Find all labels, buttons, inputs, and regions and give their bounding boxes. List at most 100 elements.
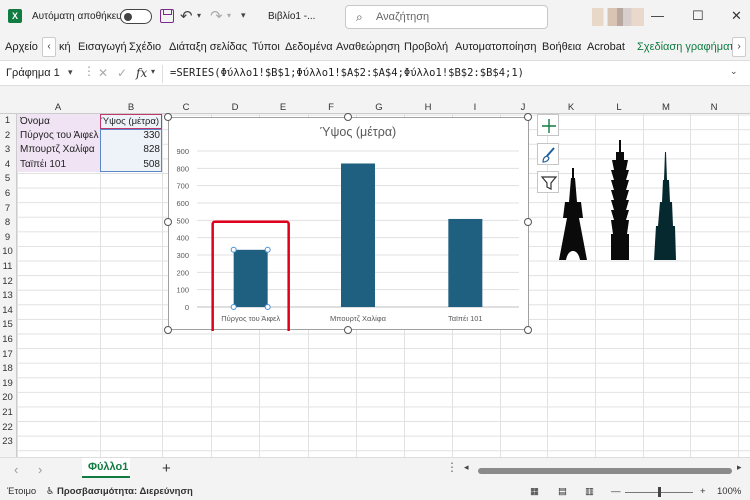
zoom-out-button[interactable]: — bbox=[611, 486, 621, 497]
row-header-9[interactable]: 9 bbox=[0, 232, 15, 243]
customize-toolbar-icon[interactable]: ▾ bbox=[241, 10, 246, 21]
scroll-left-icon[interactable]: ◂ bbox=[464, 462, 469, 473]
row-header-1[interactable]: 1 bbox=[0, 115, 15, 126]
name-box-dropdown-icon[interactable]: ▾ bbox=[68, 67, 73, 78]
column-header-d[interactable]: D bbox=[225, 102, 245, 113]
cell-a3[interactable]: Μπουρτζ Χαλίφα bbox=[20, 143, 100, 157]
row-header-11[interactable]: 11 bbox=[0, 261, 15, 272]
search-input[interactable]: ⌕ Αναζήτηση bbox=[345, 5, 548, 29]
row-header-15[interactable]: 15 bbox=[0, 319, 15, 330]
column-header-g[interactable]: G bbox=[369, 102, 389, 113]
autosave-toggle[interactable] bbox=[120, 9, 152, 24]
tab-insert[interactable]: Εισαγωγή bbox=[78, 41, 127, 53]
row-header-4[interactable]: 4 bbox=[0, 159, 15, 170]
resize-handle[interactable] bbox=[524, 218, 532, 226]
row-header-16[interactable]: 16 bbox=[0, 334, 15, 345]
resize-handle[interactable] bbox=[344, 113, 352, 121]
bar-chart[interactable]: Ύψος (μέτρα) 0 100 200 300 400 500 600 700 800 900… bbox=[168, 117, 529, 331]
column-header-j[interactable]: J bbox=[513, 102, 533, 113]
insert-function-button[interactable]: fx bbox=[136, 66, 147, 80]
column-header-f[interactable]: F bbox=[321, 102, 341, 113]
account-avatar[interactable] bbox=[592, 8, 644, 26]
accessibility-status[interactable]: Προσβασιμότητα: Διερεύνηση bbox=[57, 486, 193, 497]
tab-automate[interactable]: Αυτοματοποίηση bbox=[455, 41, 537, 53]
column-header-i[interactable]: I bbox=[465, 102, 485, 113]
page-layout-view-icon[interactable]: ▤ bbox=[558, 486, 567, 497]
cell-a1[interactable]: Όνομα bbox=[20, 115, 98, 129]
cell-b2[interactable]: 330 bbox=[101, 129, 160, 143]
row-header-3[interactable]: 3 bbox=[0, 144, 15, 155]
tab-file[interactable]: Αρχείο bbox=[5, 41, 38, 53]
zoom-in-button[interactable]: + bbox=[700, 486, 706, 497]
tab-review[interactable]: Αναθεώρηση bbox=[336, 41, 400, 53]
tab-draw[interactable]: Σχέδιο bbox=[129, 41, 161, 53]
row-header-7[interactable]: 7 bbox=[0, 203, 15, 214]
sheet-next-button[interactable]: › bbox=[38, 462, 42, 477]
tab-acrobat[interactable]: Acrobat bbox=[587, 41, 625, 53]
ribbon-scroll-right[interactable]: › bbox=[732, 37, 746, 57]
row-header-21[interactable]: 21 bbox=[0, 407, 15, 418]
cell-b4[interactable]: 508 bbox=[101, 158, 160, 172]
resize-handle[interactable] bbox=[164, 113, 172, 121]
row-header-2[interactable]: 2 bbox=[0, 130, 15, 141]
normal-view-icon[interactable]: ▦ bbox=[530, 486, 539, 497]
cancel-icon[interactable]: ✕ bbox=[98, 66, 108, 80]
page-break-view-icon[interactable]: ▥ bbox=[585, 486, 594, 497]
tab-data[interactable]: Δεδομένα bbox=[285, 41, 333, 53]
tab-formulas[interactable]: Τύποι bbox=[252, 41, 280, 53]
row-header-20[interactable]: 20 bbox=[0, 392, 15, 403]
ribbon-scroll-left[interactable]: ‹ bbox=[42, 37, 56, 57]
resize-handle[interactable] bbox=[164, 326, 172, 334]
scroll-right-icon[interactable]: ▸ bbox=[737, 462, 742, 473]
tab-view[interactable]: Προβολή bbox=[404, 41, 448, 53]
sheet-prev-button[interactable]: ‹ bbox=[14, 462, 18, 477]
column-header-k[interactable]: K bbox=[561, 102, 581, 113]
confirm-icon[interactable]: ✓ bbox=[117, 66, 127, 80]
row-header-10[interactable]: 10 bbox=[0, 246, 15, 257]
cell-b3[interactable]: 828 bbox=[101, 143, 160, 157]
row-header-5[interactable]: 5 bbox=[0, 173, 15, 184]
horizontal-scrollbar[interactable] bbox=[478, 468, 732, 474]
chart-elements-button[interactable] bbox=[537, 114, 559, 136]
row-header-14[interactable]: 14 bbox=[0, 305, 15, 316]
undo-icon[interactable]: ↶ bbox=[180, 7, 193, 25]
formula-input[interactable]: =SERIES(Φύλλο1!$B$1;Φύλλο1!$A$2:$A$4;Φύλ… bbox=[170, 67, 524, 79]
cell-b1[interactable]: Ύψος (μέτρα) bbox=[101, 115, 161, 129]
expand-formula-bar-icon[interactable]: ⌄ bbox=[730, 66, 738, 77]
row-header-17[interactable]: 17 bbox=[0, 349, 15, 360]
column-header-h[interactable]: H bbox=[418, 102, 438, 113]
add-sheet-button[interactable]: + bbox=[162, 460, 171, 477]
name-box[interactable]: Γράφημα 1 bbox=[6, 67, 60, 79]
column-header-n[interactable]: N bbox=[704, 102, 724, 113]
tab-page-layout[interactable]: Διάταξη σελίδας bbox=[169, 41, 247, 53]
tab-home[interactable]: κή bbox=[59, 41, 71, 53]
redo-icon[interactable]: ↷ bbox=[210, 7, 223, 25]
undo-dropdown-icon[interactable]: ▾ bbox=[197, 11, 201, 20]
tab-help[interactable]: Βοήθεια bbox=[542, 41, 581, 53]
more-sheets-icon[interactable]: ⋮ bbox=[446, 460, 458, 474]
column-header-m[interactable]: M bbox=[656, 102, 676, 113]
row-header-8[interactable]: 8 bbox=[0, 217, 15, 228]
more-options-icon[interactable]: ⋮ bbox=[83, 64, 95, 78]
column-header-b[interactable]: B bbox=[121, 102, 141, 113]
zoom-level[interactable]: 100% bbox=[717, 486, 741, 497]
row-header-23[interactable]: 23 bbox=[0, 436, 15, 447]
row-header-18[interactable]: 18 bbox=[0, 363, 15, 374]
column-header-e[interactable]: E bbox=[273, 102, 293, 113]
save-icon[interactable] bbox=[160, 9, 174, 23]
row-header-22[interactable]: 22 bbox=[0, 422, 15, 433]
cell-a4[interactable]: Ταϊπέι 101 bbox=[20, 158, 100, 172]
cell-a2[interactable]: Πύργος του Άιφελ bbox=[20, 129, 100, 143]
row-header-12[interactable]: 12 bbox=[0, 276, 15, 287]
minimize-button[interactable]: — bbox=[651, 8, 664, 23]
resize-handle[interactable] bbox=[524, 326, 532, 334]
column-header-l[interactable]: L bbox=[609, 102, 629, 113]
maximize-button[interactable]: ☐ bbox=[692, 8, 704, 24]
row-header-6[interactable]: 6 bbox=[0, 188, 15, 199]
redo-dropdown-icon[interactable]: ▾ bbox=[227, 11, 231, 20]
row-header-19[interactable]: 19 bbox=[0, 378, 15, 389]
tab-chart-design[interactable]: Σχεδίαση γραφήματ bbox=[637, 41, 734, 53]
resize-handle[interactable] bbox=[344, 326, 352, 334]
document-title[interactable]: Βιβλίο1 -... bbox=[268, 11, 315, 22]
fx-dropdown-icon[interactable]: ▾ bbox=[151, 67, 155, 76]
